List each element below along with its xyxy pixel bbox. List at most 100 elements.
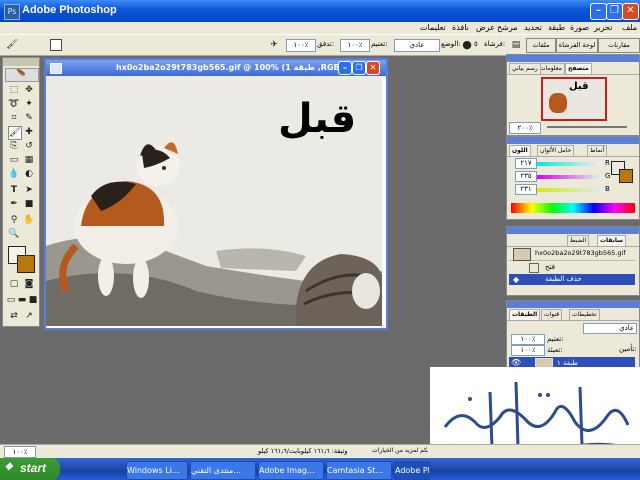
task-forum[interactable]: منتدى التقني... [190, 461, 256, 480]
layer-visibility-eye-icon[interactable]: 👁 [511, 358, 521, 367]
menu-view[interactable]: عرض [476, 22, 495, 34]
navigator-thumbnail[interactable]: قبل [541, 77, 607, 121]
quick-mask-icon[interactable]: ◙ [23, 278, 35, 290]
brush-tool-preset-icon[interactable]: 🖌 [6, 39, 18, 51]
menu-file[interactable]: ملف [622, 22, 637, 34]
menu-select[interactable]: تحديد [524, 22, 542, 34]
crop-tool-icon[interactable]: ⌗ [8, 112, 20, 124]
document-title: hx0o2ba2o29t783gb565.gif @ 100% (طبقة 1 … [116, 63, 352, 72]
doc-minimize-button[interactable]: – [338, 61, 352, 75]
doc-maximize-button[interactable]: ❐ [352, 61, 366, 75]
healing-brush-icon[interactable]: ✚ [23, 126, 35, 138]
type-tool-icon[interactable]: T [8, 184, 20, 196]
task-camtasia[interactable]: Camtasia St... [326, 461, 392, 480]
b-slider[interactable] [537, 188, 603, 192]
tab-styles[interactable]: أنماط [587, 145, 608, 156]
flow-input[interactable]: ١٠٠٪ [286, 39, 316, 52]
airbrush-icon[interactable]: ✈ [268, 39, 280, 51]
clone-stamp-icon[interactable]: ⎘ [8, 140, 20, 152]
layer-fill-input[interactable]: ١٠٠٪ [511, 345, 545, 356]
task-windows-live[interactable]: Windows Li... [126, 461, 188, 480]
tab-files[interactable]: ملفات [526, 38, 556, 53]
path-selection-icon[interactable]: ➤ [23, 184, 35, 196]
eraser-icon[interactable]: ▭ [8, 154, 20, 166]
screen-mode-full-icon[interactable]: ■ [27, 294, 39, 306]
layer-fill-label: تعبئة: [547, 346, 563, 354]
history-item-label: فتح [545, 263, 555, 271]
r-slider[interactable] [537, 162, 603, 166]
tab-swatches[interactable]: حامل الألوان [537, 145, 575, 156]
tab-navigator[interactable]: متصفح [565, 63, 592, 74]
tab-channels[interactable]: قنوات [541, 309, 563, 320]
tab-history[interactable]: سابقات [597, 235, 627, 246]
menu-help[interactable]: تعليمات [420, 22, 446, 34]
menu-image[interactable]: صورة [570, 22, 589, 34]
pen-tool-icon[interactable]: ✒ [8, 198, 20, 210]
edit-in-imageready-icon[interactable]: ↗ [23, 310, 35, 322]
start-button[interactable]: ❖ start [0, 458, 60, 480]
tab-histogram[interactable]: رسم بياني [509, 63, 541, 74]
menu-window[interactable]: نافذة [452, 22, 469, 34]
tab-layers[interactable]: الطبقات [509, 309, 541, 320]
standard-mode-icon[interactable]: ▢ [8, 278, 20, 290]
brush-tool-icon[interactable]: 🖌 [8, 126, 22, 140]
magic-wand-icon[interactable]: ✦ [23, 98, 35, 110]
r-input[interactable]: ٢١٧ [515, 158, 537, 169]
color-ramp[interactable] [511, 203, 635, 213]
task-adobe-photoshop[interactable]: Adobe Pho... [394, 461, 430, 480]
tab-paths[interactable]: تخطيطات [569, 309, 600, 320]
tab-brush-palette[interactable]: لوحة الفرشاة [556, 38, 598, 53]
brush-preview-icon[interactable]: ● [461, 39, 473, 51]
close-button[interactable]: ✕ [622, 3, 639, 20]
b-input[interactable]: ٢٣١ [515, 184, 537, 195]
layer-opacity-input[interactable]: ١٠٠٪ [511, 334, 545, 345]
move-tool-icon[interactable]: ✥ [23, 84, 35, 96]
tab-actions[interactable]: الضبط [567, 235, 590, 246]
caption-text: قبل [278, 96, 357, 142]
opacity-input[interactable]: ١٠٠٪ [340, 39, 370, 52]
minimize-button[interactable]: – [590, 3, 607, 20]
jump-to-imageready-icon[interactable]: ⇄ [8, 310, 20, 322]
mode-select[interactable]: عادي [394, 39, 440, 52]
tab-layer-comps[interactable]: مقارنات الطبقة [598, 38, 640, 62]
background-color-swatch[interactable] [17, 255, 35, 273]
zoom-input[interactable]: ٢٠٠٪ [509, 122, 541, 134]
marquee-tool-icon[interactable]: ⬚ [8, 84, 20, 96]
color-palette: اللون حامل الألوان أنماط R ٢١٧ G ٢٣٥ B ٢… [506, 136, 640, 220]
shape-tool-icon[interactable]: ■ [23, 198, 35, 210]
taskbar: ❖ start Windows Li... منتدى التقني... Ad… [0, 458, 640, 480]
zoom-tool-icon[interactable]: 🔍 [8, 228, 20, 240]
tab-info[interactable]: معلومات [537, 63, 565, 74]
document-window: hx0o2ba2o29t783gb565.gif @ 100% (طبقة 1 … [44, 58, 388, 330]
g-input[interactable]: ٢٣٥ [515, 171, 537, 182]
canvas-image[interactable]: قبل [46, 76, 382, 326]
tab-color[interactable]: اللون [509, 145, 531, 156]
slice-tool-icon[interactable]: ✎ [23, 112, 35, 124]
eyedropper-icon[interactable]: ⚲ [8, 214, 20, 226]
blend-mode-select[interactable]: عادي [583, 323, 637, 334]
color-bg-swatch[interactable] [619, 169, 633, 183]
g-slider[interactable] [537, 175, 603, 179]
hand-tool-icon[interactable]: ✋ [23, 214, 35, 226]
task-adobe-image[interactable]: Adobe Imag... [258, 461, 324, 480]
menu-filter[interactable]: مرشح [497, 22, 518, 34]
file-browser-icon[interactable]: ▤ [510, 39, 522, 51]
lasso-tool-icon[interactable]: ➰ [8, 98, 20, 110]
history-item-active[interactable]: ◆ حذف الطبقة [509, 274, 635, 285]
blur-tool-icon[interactable]: 💧 [8, 168, 20, 180]
maximize-button[interactable]: ❐ [606, 3, 623, 20]
history-brush-icon[interactable]: ↺ [23, 140, 35, 152]
layer-name: طبقة ١ [557, 359, 578, 367]
history-item[interactable]: فتح [509, 262, 635, 273]
gradient-tool-icon[interactable]: ▦ [23, 154, 35, 166]
thumbnail-cat [549, 93, 567, 113]
menu-layer[interactable]: طبقة [548, 22, 565, 34]
menu-edit[interactable]: تحرير [594, 22, 612, 34]
history-snapshot[interactable]: hx0o2ba2o29t783gb565.gif [509, 248, 635, 261]
options-bar: 🖌 ✈ ١٠٠٪ تدفق: ١٠٠٪ تعتيم: عادي الوضع: ●… [0, 34, 640, 62]
toggle-brushes-palette-icon[interactable] [50, 39, 62, 51]
dodge-tool-icon[interactable]: ◐ [23, 168, 35, 180]
status-zoom-input[interactable]: ١٠٠٪ [4, 446, 36, 458]
zoom-slider[interactable] [547, 126, 627, 128]
doc-close-button[interactable]: ✕ [366, 61, 380, 75]
